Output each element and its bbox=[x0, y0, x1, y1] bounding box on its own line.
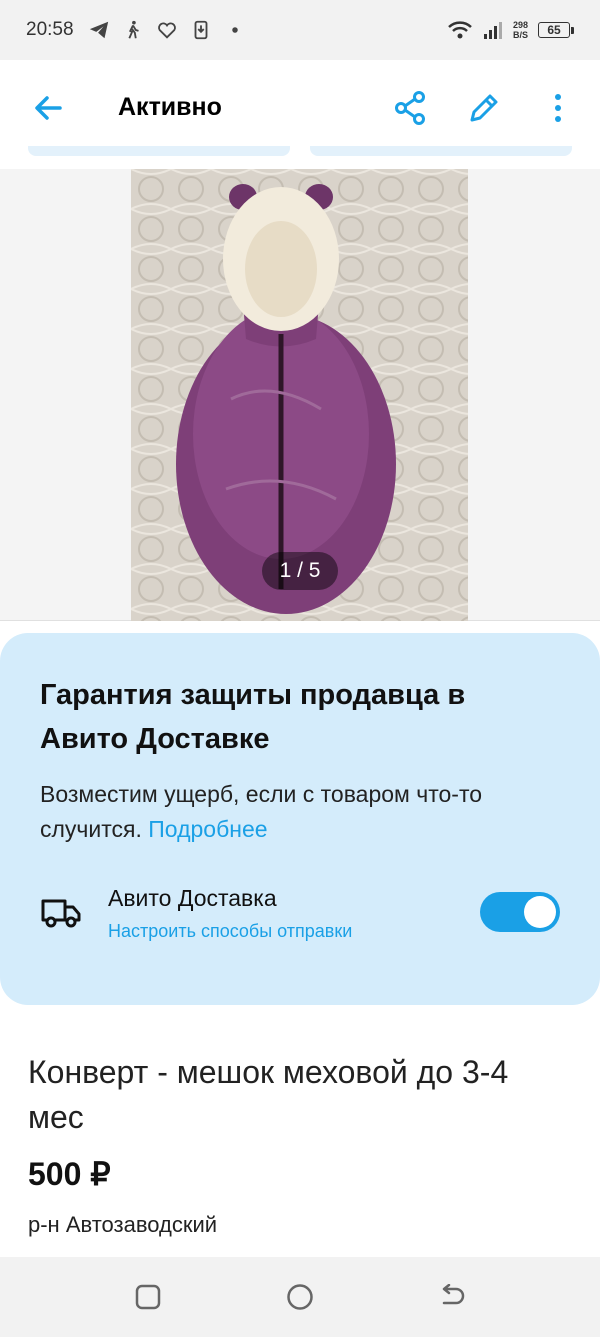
truck-icon bbox=[41, 899, 81, 928]
share-button[interactable] bbox=[390, 88, 430, 128]
recents-button[interactable] bbox=[133, 1282, 163, 1312]
net-speed-unit: B/S bbox=[512, 30, 528, 40]
listing-price: 500 ₽ bbox=[28, 1156, 111, 1192]
circle-icon bbox=[287, 1284, 313, 1310]
listing-title: Конверт - мешок меховой до 3-4 мес bbox=[28, 1054, 509, 1135]
telegram-icon bbox=[89, 21, 108, 39]
app-actions bbox=[390, 88, 578, 128]
system-nav-bar bbox=[0, 1257, 600, 1337]
arrow-left-icon bbox=[35, 95, 62, 120]
net-speed-value: 298 bbox=[512, 20, 528, 30]
back-arrow-icon bbox=[442, 1284, 465, 1305]
pencil-icon bbox=[470, 94, 498, 121]
download-icon bbox=[194, 20, 207, 40]
delivery-row: Авито Доставка Настроить способы отправк… bbox=[40, 877, 560, 947]
back-nav-button[interactable] bbox=[437, 1282, 467, 1312]
more-vertical-icon bbox=[555, 93, 561, 122]
status-bar: 20:58 298 B/S 65 bbox=[0, 0, 600, 60]
system-icons: 298 B/S 65 bbox=[447, 19, 574, 41]
delivery-texts: Авито Доставка Настроить способы отправк… bbox=[108, 883, 352, 942]
guarantee-title: Гарантия защиты продавца в Авито Доставк… bbox=[40, 679, 466, 755]
edit-button[interactable] bbox=[464, 88, 504, 128]
square-icon bbox=[135, 1284, 161, 1310]
photo-gallery[interactable]: 1 / 5 bbox=[0, 169, 600, 621]
home-button[interactable] bbox=[285, 1282, 315, 1312]
photo-counter: 1 / 5 bbox=[262, 552, 338, 590]
seller-guarantee-card: Гарантия защиты продавца в Авито Доставк… bbox=[0, 633, 600, 1005]
delivery-setup-link[interactable]: Настроить способы отправки bbox=[108, 921, 352, 942]
listing-district: р-н Автозаводский bbox=[28, 1212, 218, 1237]
status-time: 20:58 bbox=[26, 19, 74, 40]
guarantee-text: Возместим ущерб, если с товаром что-то с… bbox=[40, 777, 560, 847]
app-bar: Активно bbox=[0, 60, 600, 155]
share-icon bbox=[395, 90, 425, 125]
battery-level: 65 bbox=[547, 23, 561, 37]
toggle-knob bbox=[524, 896, 556, 928]
delivery-name: Авито Доставка bbox=[108, 884, 277, 911]
notification-icons bbox=[88, 19, 246, 41]
collapsed-tab-left bbox=[28, 146, 290, 156]
net-speed: 298 B/S bbox=[513, 20, 528, 40]
walking-icon bbox=[128, 20, 139, 39]
battery-icon: 65 bbox=[538, 22, 574, 38]
more-menu-button[interactable] bbox=[538, 88, 578, 128]
dot-icon bbox=[231, 27, 238, 33]
signal-icon bbox=[483, 22, 502, 39]
page-title: Активно bbox=[118, 93, 222, 121]
app-bar-divider bbox=[0, 155, 600, 169]
collapsed-tab-right bbox=[310, 146, 572, 156]
wifi-icon bbox=[448, 21, 472, 39]
more-link[interactable]: Подробнее bbox=[148, 816, 267, 842]
back-button[interactable] bbox=[28, 88, 68, 128]
delivery-toggle[interactable] bbox=[480, 892, 560, 932]
heart-icon bbox=[157, 22, 176, 39]
